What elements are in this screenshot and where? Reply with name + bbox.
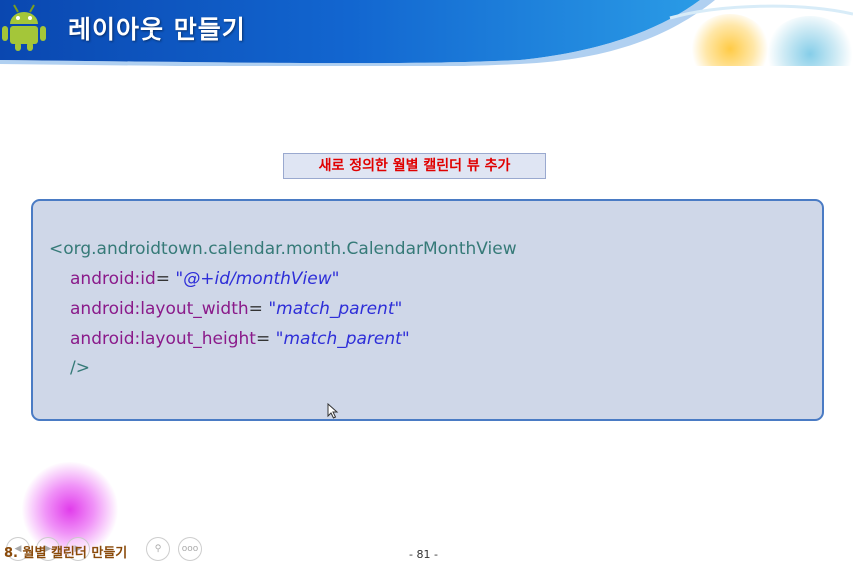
caption-box: 새로 정의한 월별 캘린더 뷰 추가 bbox=[283, 153, 546, 179]
code-close-tag: /> bbox=[70, 358, 90, 378]
code-value: "match_parent" bbox=[275, 329, 410, 349]
code-attr: android:layout_width bbox=[70, 299, 249, 319]
mouse-cursor-icon bbox=[327, 403, 339, 419]
code-equals: = bbox=[255, 329, 271, 349]
code-value: "match_parent" bbox=[268, 299, 403, 319]
code-line-layout-width: android:layout_width= "match_parent" bbox=[70, 299, 402, 319]
android-robot-icon bbox=[2, 4, 46, 51]
more-icon[interactable]: ooo bbox=[178, 537, 202, 561]
slide-title: 레이아웃 만들기 bbox=[68, 15, 246, 44]
code-attr: android:id bbox=[70, 269, 156, 289]
code-equals: = bbox=[248, 299, 263, 319]
code-equals: = bbox=[155, 269, 171, 289]
chapter-title: 8. 월별 캘린더 만들기 bbox=[4, 546, 128, 561]
code-attr: android:layout_height bbox=[70, 329, 256, 349]
zoom-icon[interactable]: ⚲ bbox=[146, 537, 170, 561]
code-value: "@+id/monthView" bbox=[175, 269, 340, 289]
slide-header: 레이아웃 만들기 bbox=[0, 0, 853, 66]
code-line-id: android:id= "@+id/monthView" bbox=[70, 269, 339, 289]
code-line-layout-height: android:layout_height= "match_parent" bbox=[70, 329, 410, 349]
page-number: - 81 - bbox=[409, 548, 438, 561]
code-open-tag: <org.androidtown.calendar.month.Calendar… bbox=[49, 239, 517, 259]
